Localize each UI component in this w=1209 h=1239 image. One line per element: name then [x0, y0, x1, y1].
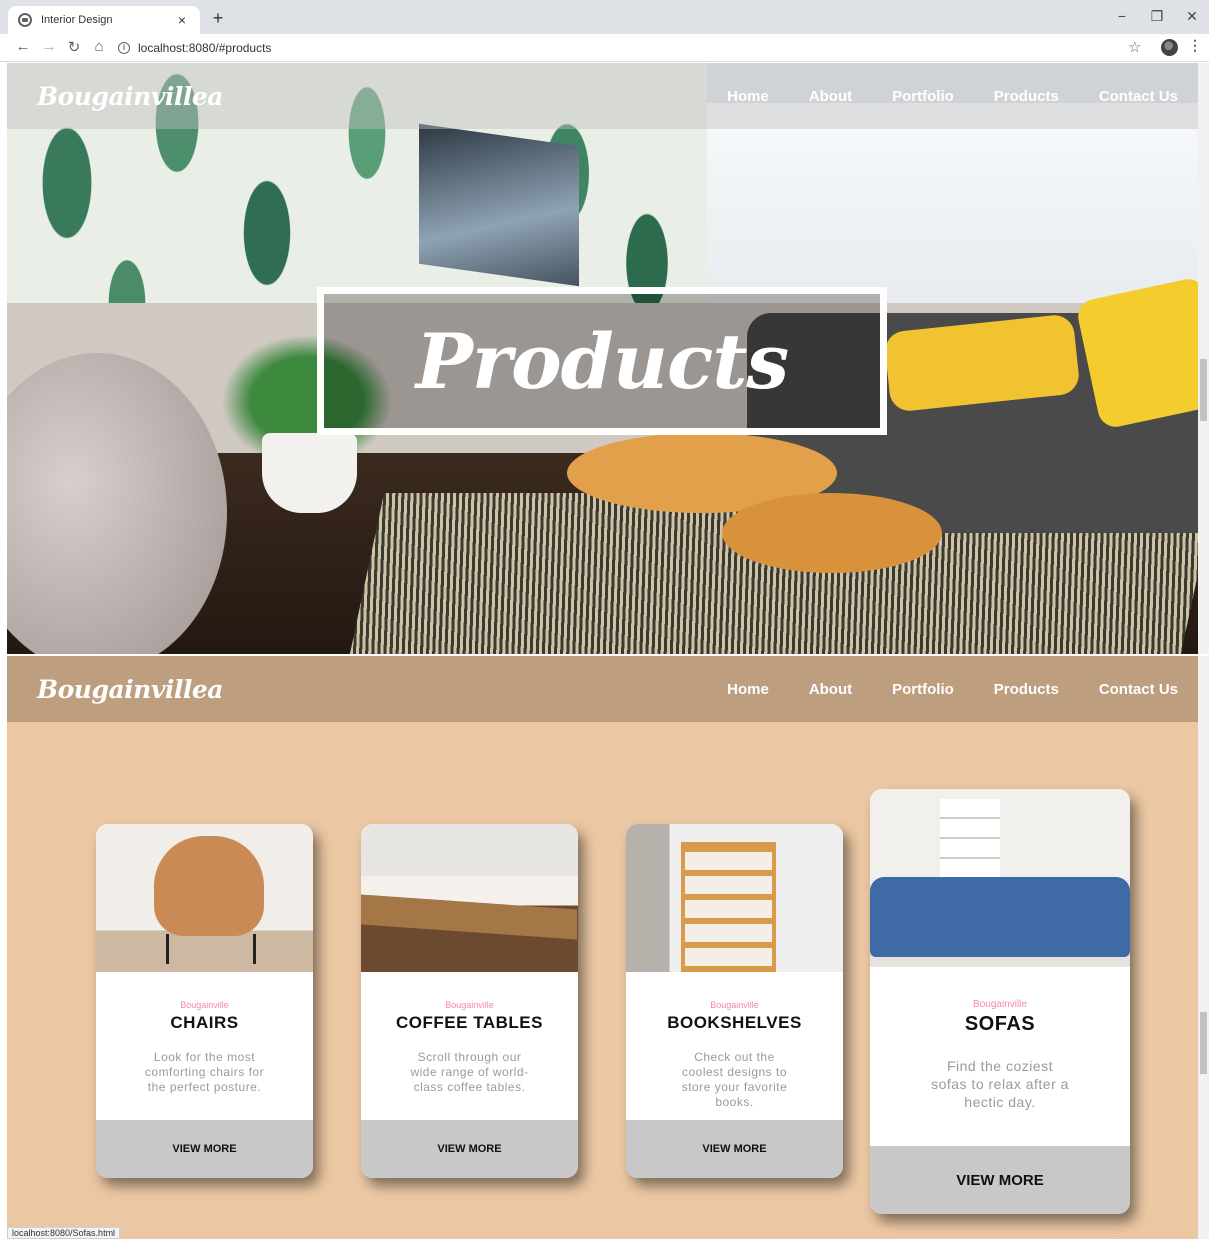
hero-title: Products: [415, 316, 789, 406]
tab-close-button[interactable]: ×: [174, 12, 190, 28]
bookshelf-shape: [681, 842, 776, 972]
forward-arrow-icon[interactable]: →: [40, 38, 58, 55]
profile-avatar[interactable]: [1161, 39, 1178, 56]
product-description: Check out the coolest designs to store y…: [681, 1050, 788, 1109]
product-brand: Bougainville: [180, 1000, 229, 1010]
close-window-button[interactable]: ✕: [1182, 8, 1202, 25]
product-title: COFFEE TABLES: [396, 1013, 543, 1032]
product-body: Bougainville SOFAS Find the coziest sofa…: [870, 999, 1130, 1111]
product-body: Bougainville COFFEE TABLES Scroll throug…: [361, 1000, 578, 1095]
scrollbar-thumb[interactable]: [1200, 1012, 1207, 1074]
nav-products[interactable]: Products: [994, 88, 1059, 105]
product-image-bookshelves: [626, 824, 843, 972]
product-image-sofas: [870, 789, 1130, 967]
address-bar[interactable]: i localhost:8080/#products: [118, 37, 1138, 59]
menu-dots-icon[interactable]: ⋮: [1188, 37, 1202, 54]
hero-navbar: Bougainvillea Home About Portfolio Produ…: [7, 63, 1198, 129]
table-shape: [361, 894, 577, 940]
scrollbar-top[interactable]: [1198, 63, 1209, 654]
product-card-coffee-tables[interactable]: Bougainville COFFEE TABLES Scroll throug…: [361, 824, 578, 1178]
product-card-bookshelves[interactable]: Bougainville BOOKSHELVES Check out the c…: [626, 824, 843, 1178]
product-body: Bougainville CHAIRS Look for the most co…: [96, 1000, 313, 1095]
nav-links: Home About Portfolio Products Contact Us: [687, 656, 1178, 722]
product-brand: Bougainville: [445, 1000, 494, 1010]
view-more-button[interactable]: VIEW MORE: [361, 1120, 578, 1178]
product-title: BOOKSHELVES: [667, 1013, 802, 1032]
hero-section: Bougainvillea Home About Portfolio Produ…: [7, 63, 1198, 654]
scrollbar-bottom[interactable]: [1198, 656, 1209, 1239]
nav-portfolio[interactable]: Portfolio: [892, 88, 954, 105]
hero-plant-pot: [262, 433, 357, 513]
view-more-button[interactable]: VIEW MORE: [626, 1120, 843, 1178]
address-url: localhost:8080/#products: [138, 41, 272, 55]
nav-portfolio[interactable]: Portfolio: [892, 681, 954, 698]
nav-home[interactable]: Home: [727, 681, 769, 698]
product-description: Look for the most comforting chairs for …: [144, 1050, 265, 1094]
status-url: localhost:8080/Sofas.html: [7, 1227, 121, 1239]
hero-tv: [419, 123, 579, 287]
chair-shape: [154, 836, 264, 936]
minimize-button[interactable]: −: [1112, 8, 1132, 24]
product-description: Scroll through our wide range of world-c…: [410, 1050, 529, 1094]
view-more-button[interactable]: VIEW MORE: [870, 1146, 1130, 1214]
nav-contact[interactable]: Contact Us: [1099, 681, 1178, 698]
product-brand: Bougainville: [973, 999, 1027, 1010]
reload-icon[interactable]: ↻: [65, 38, 83, 56]
nav-about[interactable]: About: [809, 681, 852, 698]
products-navbar: Bougainvillea Home About Portfolio Produ…: [7, 656, 1198, 722]
back-arrow-icon[interactable]: ←: [14, 38, 32, 55]
view-more-button[interactable]: VIEW MORE: [96, 1120, 313, 1178]
star-icon[interactable]: ☆: [1128, 38, 1141, 56]
nav-about[interactable]: About: [809, 88, 852, 105]
restore-button[interactable]: ❐: [1147, 8, 1167, 25]
product-title: SOFAS: [964, 1013, 1036, 1035]
sofa-shelf-shape: [940, 799, 1000, 879]
tab-title: Interior Design: [41, 14, 113, 26]
nav-products[interactable]: Products: [994, 681, 1059, 698]
hero-coffee-table: [722, 493, 942, 573]
product-card-sofas[interactable]: Bougainville SOFAS Find the coziest sofa…: [870, 789, 1130, 1214]
globe-favicon-icon: [18, 13, 32, 27]
product-title: CHAIRS: [170, 1013, 239, 1032]
product-body: Bougainville BOOKSHELVES Check out the c…: [626, 1000, 843, 1110]
product-description: Find the coziest sofas to relax after a …: [931, 1058, 1069, 1110]
browser-toolbar: ← → ↻ ⌂ i localhost:8080/#products: [0, 34, 1209, 62]
scrollbar-thumb[interactable]: [1200, 359, 1207, 421]
nav-links: Home About Portfolio Products Contact Us: [687, 63, 1178, 129]
chair-legs: [166, 934, 256, 964]
products-section: Bougainvillea Home About Portfolio Produ…: [7, 656, 1198, 1239]
product-image-chairs: [96, 824, 313, 972]
product-card-chairs[interactable]: Bougainville CHAIRS Look for the most co…: [96, 824, 313, 1178]
product-image-coffee-tables: [361, 824, 578, 972]
product-brand: Bougainville: [710, 1000, 759, 1010]
info-icon[interactable]: i: [118, 42, 130, 54]
home-icon[interactable]: ⌂: [90, 38, 108, 55]
browser-tab[interactable]: Interior Design ×: [8, 6, 200, 34]
nav-contact[interactable]: Contact Us: [1099, 88, 1178, 105]
new-tab-button[interactable]: +: [208, 8, 228, 29]
brand-logo[interactable]: Bougainvillea: [37, 675, 223, 704]
browser-tabbar: Interior Design × + − ❐ ✕: [0, 0, 1209, 34]
brand-logo[interactable]: Bougainvillea: [37, 82, 223, 111]
sofa-shape: [870, 877, 1130, 957]
nav-home[interactable]: Home: [727, 88, 769, 105]
hero-title-frame: Products: [317, 287, 887, 435]
